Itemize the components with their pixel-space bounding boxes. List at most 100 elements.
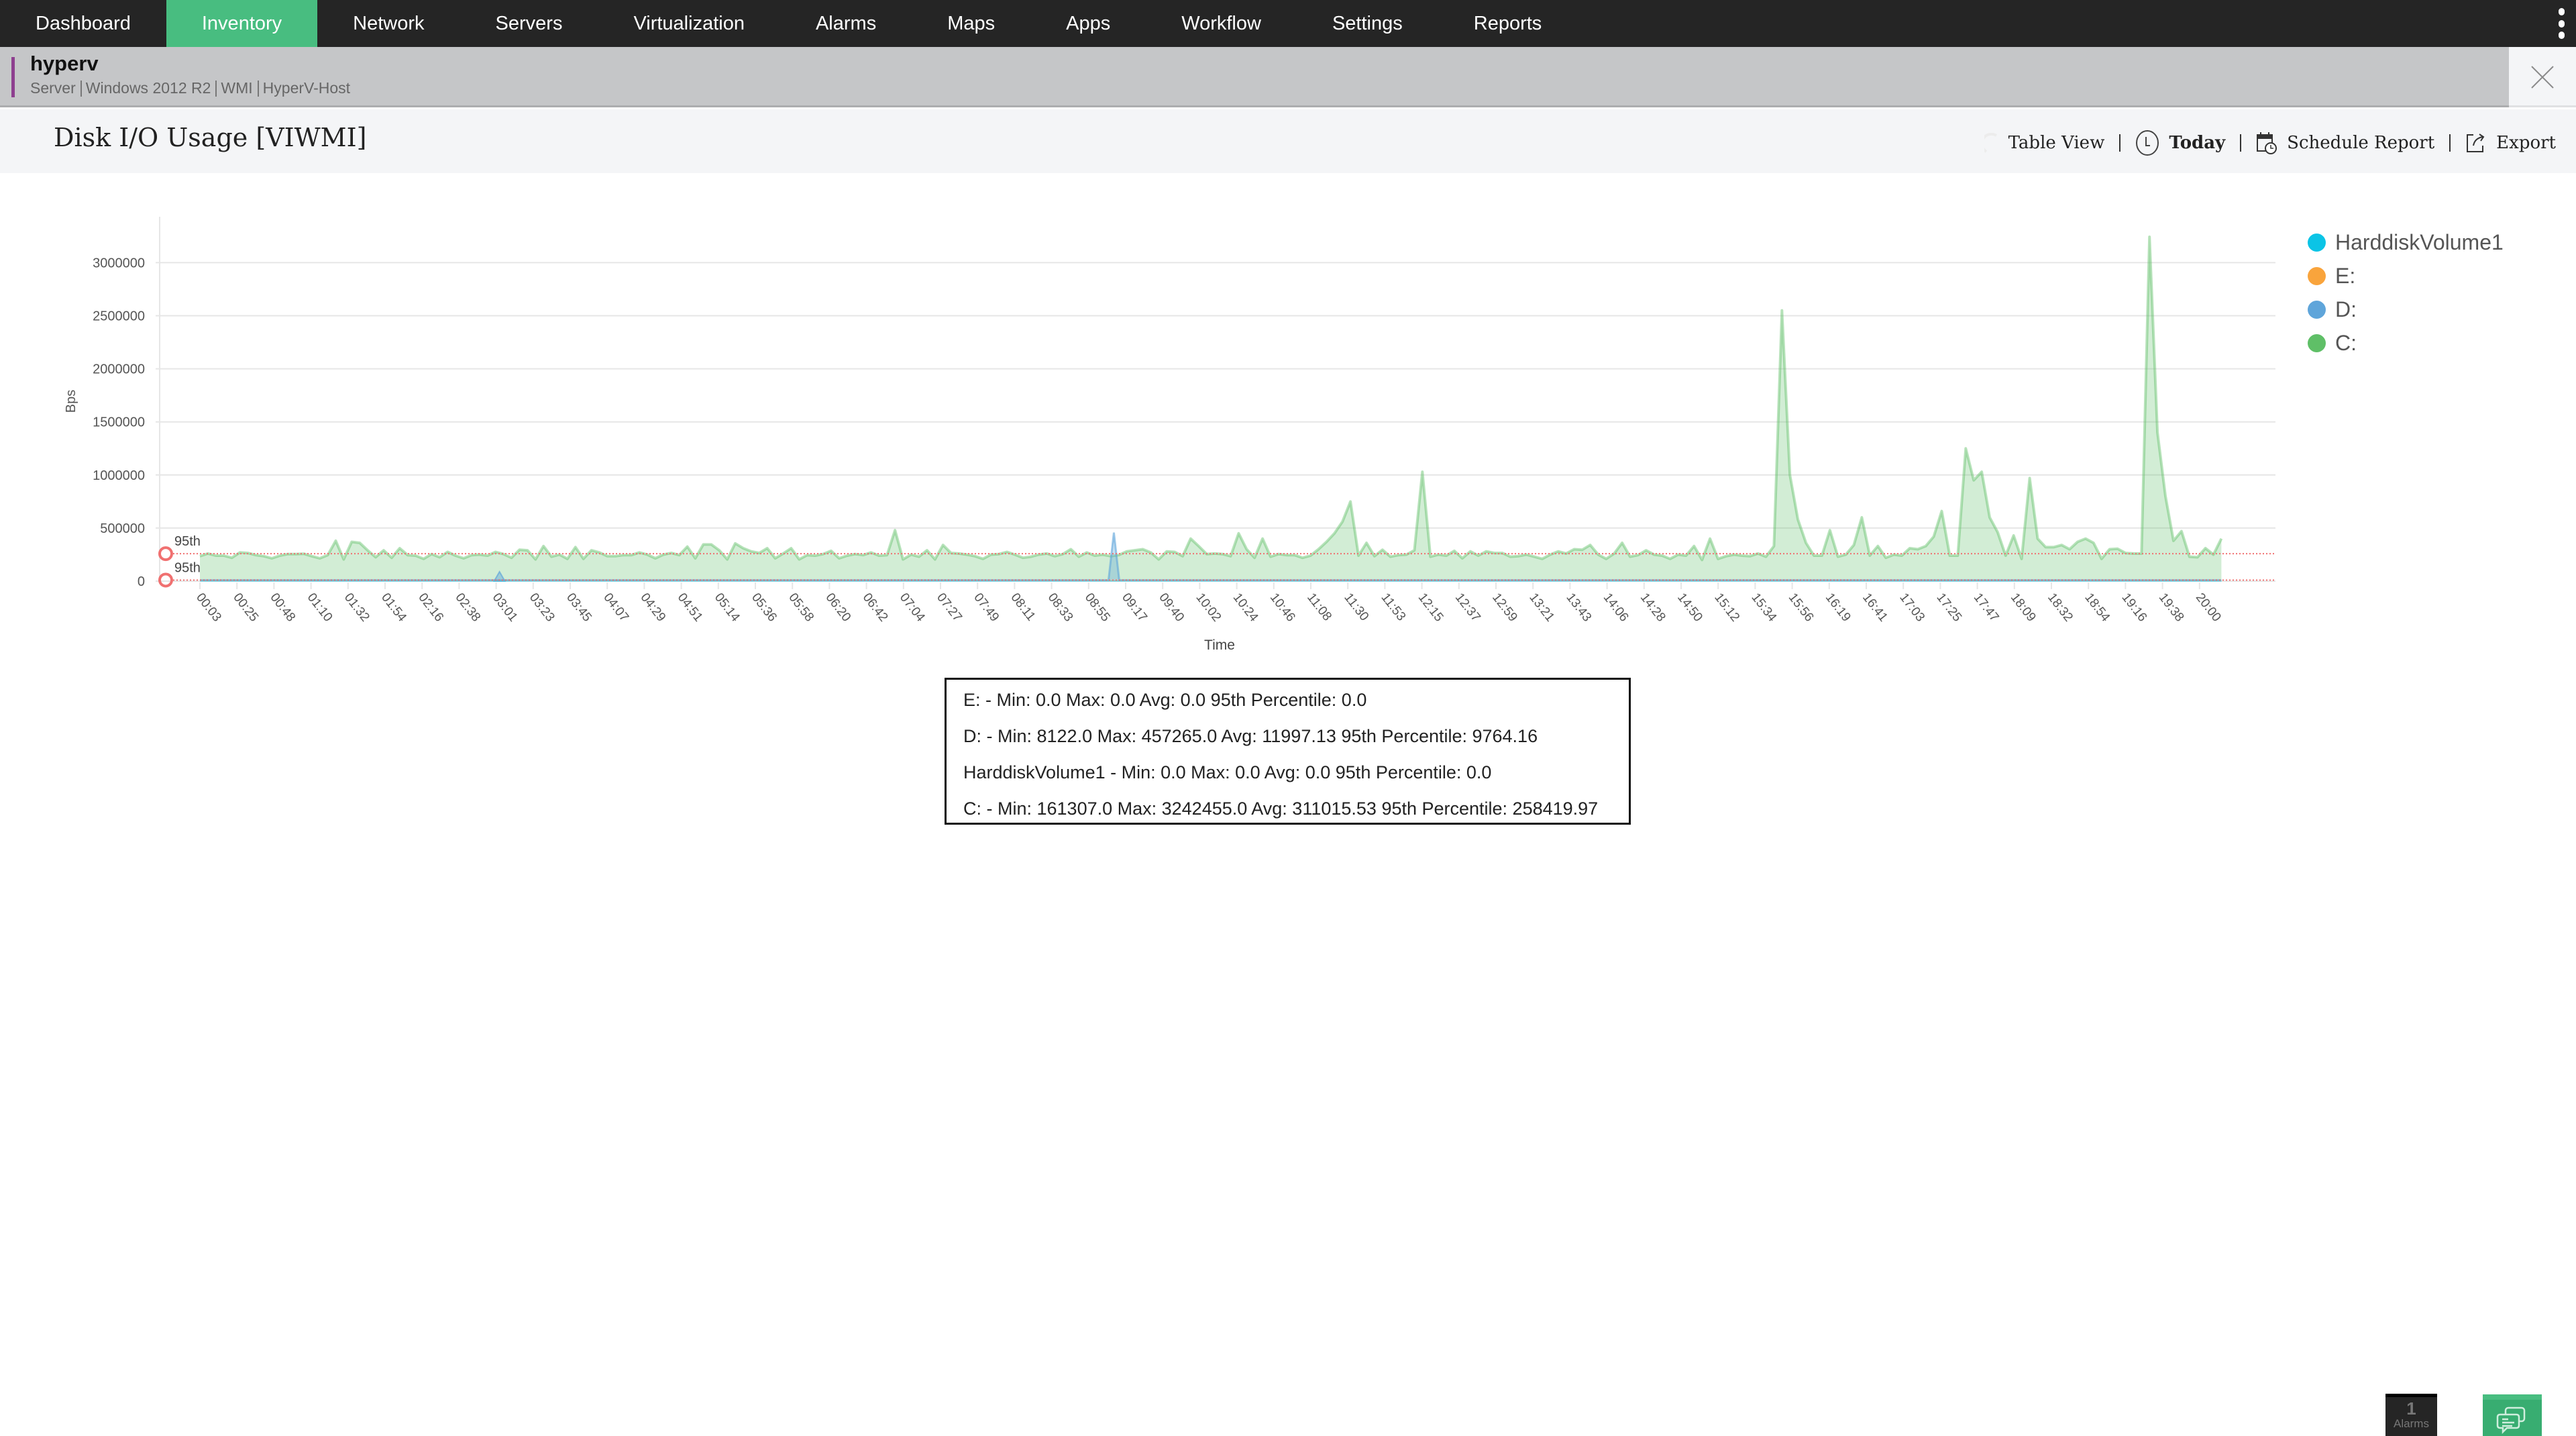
- device-category: Server: [30, 79, 76, 97]
- nav-apps[interactable]: Apps: [1030, 0, 1146, 47]
- y-tick-label: 1500000: [93, 415, 145, 430]
- x-tick-label: 19:38: [2156, 591, 2187, 624]
- x-tick-label: 18:54: [2082, 591, 2112, 625]
- percentile-label: 95th: [174, 534, 201, 549]
- page-title: Disk I/O Usage [VIWMI]: [54, 123, 367, 152]
- y-tick-label: 0: [138, 574, 145, 589]
- x-tick-label: 05:58: [786, 591, 816, 624]
- y-axis-ticks: 0 500000 1000000 1500000 2000000 2500000 30000…: [93, 256, 145, 589]
- x-tick-label: 09:40: [1156, 591, 1187, 624]
- divider: [257, 80, 259, 97]
- report-title-bar: Disk I/O Usage [VIWMI] Table View Today …: [0, 109, 2576, 173]
- x-tick-label: 13:43: [1563, 591, 1594, 624]
- legend-dot: [2308, 334, 2326, 352]
- x-tick-label: 03:23: [527, 591, 557, 624]
- x-tick-label: 03:45: [564, 591, 594, 624]
- chart-series: [199, 236, 2223, 582]
- close-button[interactable]: [2509, 47, 2576, 107]
- export-label: Export: [2496, 133, 2556, 153]
- x-tick-label: 10:24: [1230, 591, 1261, 625]
- x-tick-label: 07:27: [934, 591, 965, 624]
- x-tick-label: 04:51: [675, 591, 706, 624]
- time-period-button[interactable]: Today: [2135, 130, 2225, 156]
- x-tick-label: 06:42: [860, 591, 891, 624]
- nav-virtualization[interactable]: Virtualization: [598, 0, 780, 47]
- x-tick-label: 02:38: [452, 591, 483, 624]
- x-tick-label: 14:50: [1674, 591, 1705, 624]
- schedule-report-button[interactable]: Schedule Report: [2256, 132, 2434, 154]
- chart-grid: [156, 217, 2275, 582]
- top-nav: Dashboard Inventory Network Servers Virt…: [0, 0, 2576, 47]
- gauge-icon: [1984, 133, 1997, 153]
- nav-inventory[interactable]: Inventory: [166, 0, 318, 47]
- nav-dashboard[interactable]: Dashboard: [0, 0, 166, 47]
- summary-row-harddiskvolume1: HarddiskVolume1 - Min: 0.0 Max: 0.0 Avg:…: [963, 762, 1492, 782]
- report-actions: Table View Today Schedule Report Export: [1984, 130, 2556, 156]
- percentile-label: 95th: [174, 560, 201, 575]
- nav-settings[interactable]: Settings: [1297, 0, 1438, 47]
- export-button[interactable]: Export: [2465, 132, 2556, 154]
- x-tick-label: 04:29: [637, 591, 668, 624]
- y-axis-label: Bps: [64, 390, 78, 413]
- x-tick-label: 17:03: [1896, 591, 1927, 624]
- device-header: hyperv Server Windows 2012 R2 WMI HyperV…: [0, 47, 2509, 107]
- legend-item-d[interactable]: D:: [2308, 293, 2504, 326]
- nav-reports[interactable]: Reports: [1438, 0, 1578, 47]
- chat-button[interactable]: [2483, 1394, 2542, 1436]
- x-tick-label: 00:25: [230, 591, 261, 624]
- x-tick-label: 17:25: [1933, 591, 1964, 624]
- x-tick-label: 12:59: [1489, 591, 1520, 624]
- nav-alarms[interactable]: Alarms: [780, 0, 912, 47]
- x-tick-label: 13:21: [1526, 591, 1557, 624]
- time-period-label: Today: [2169, 133, 2226, 153]
- x-tick-label: 04:07: [600, 591, 631, 624]
- x-tick-label: 12:15: [1415, 591, 1446, 624]
- y-tick-label: 2500000: [93, 309, 145, 324]
- legend-label: E:: [2335, 263, 2356, 288]
- divider: [215, 80, 217, 97]
- x-axis-ticks: 00:03 00:25 00:48 01:10 01:32 01:54 02:16 02:38…: [193, 582, 2224, 625]
- legend-item-c[interactable]: C:: [2308, 326, 2504, 360]
- divider: [2119, 134, 2121, 152]
- nav-servers[interactable]: Servers: [460, 0, 598, 47]
- x-tick-label: 10:02: [1193, 591, 1224, 624]
- x-tick-label: 01:54: [378, 591, 409, 625]
- device-os: Windows 2012 R2: [85, 79, 211, 97]
- series-c-area: [200, 237, 2222, 581]
- device-meta: Server Windows 2012 R2 WMI HyperV-Host: [30, 79, 350, 97]
- x-tick-label: 14:28: [1638, 591, 1668, 624]
- x-tick-label: 12:37: [1452, 591, 1483, 624]
- legend-item-e[interactable]: E:: [2308, 259, 2504, 293]
- x-tick-label: 15:12: [1711, 591, 1742, 624]
- alarms-badge[interactable]: 1 Alarms: [2385, 1394, 2437, 1436]
- nav-network[interactable]: Network: [317, 0, 460, 47]
- legend-dot: [2308, 266, 2326, 285]
- x-tick-label: 06:20: [822, 591, 853, 624]
- x-tick-label: 18:32: [2045, 591, 2076, 624]
- x-tick-label: 15:56: [1786, 591, 1817, 624]
- close-icon: [2531, 66, 2554, 89]
- x-tick-label: 07:04: [897, 591, 928, 625]
- legend-label: D:: [2335, 297, 2357, 321]
- nav-workflow[interactable]: Workflow: [1146, 0, 1297, 47]
- x-tick-label: 03:01: [490, 591, 521, 624]
- schedule-report-label: Schedule Report: [2287, 133, 2435, 153]
- device-type: HyperV-Host: [262, 79, 351, 97]
- series-c-line: [199, 236, 2223, 562]
- x-tick-label: 09:17: [1119, 591, 1150, 624]
- x-tick-label: 20:00: [2193, 591, 2224, 624]
- legend-dot: [2308, 300, 2326, 319]
- vertical-ellipsis-icon[interactable]: [2557, 8, 2565, 39]
- x-tick-label: 18:09: [2008, 591, 2039, 624]
- x-axis-label: Time: [1204, 637, 1235, 653]
- nav-maps[interactable]: Maps: [912, 0, 1030, 47]
- calendar-clock-icon: [2257, 132, 2277, 154]
- chart-legend: HarddiskVolume1 E: D: C:: [2308, 225, 2504, 360]
- summary-row-c: C: - Min: 161307.0 Max: 3242455.0 Avg: 3…: [963, 799, 1599, 819]
- legend-item-harddiskvolume1[interactable]: HarddiskVolume1: [2308, 225, 2504, 259]
- x-tick-label: 01:10: [305, 591, 335, 624]
- summary-row-e: E: - Min: 0.0 Max: 0.0 Avg: 0.0 95th Per…: [963, 690, 1367, 710]
- disk-io-chart: 0 500000 1000000 1500000 2000000 2500000 30000…: [64, 217, 2275, 653]
- table-view-button[interactable]: Table View: [1984, 133, 2104, 153]
- summary-stats-box: E: - Min: 0.0 Max: 0.0 Avg: 0.0 95th Per…: [945, 678, 1631, 825]
